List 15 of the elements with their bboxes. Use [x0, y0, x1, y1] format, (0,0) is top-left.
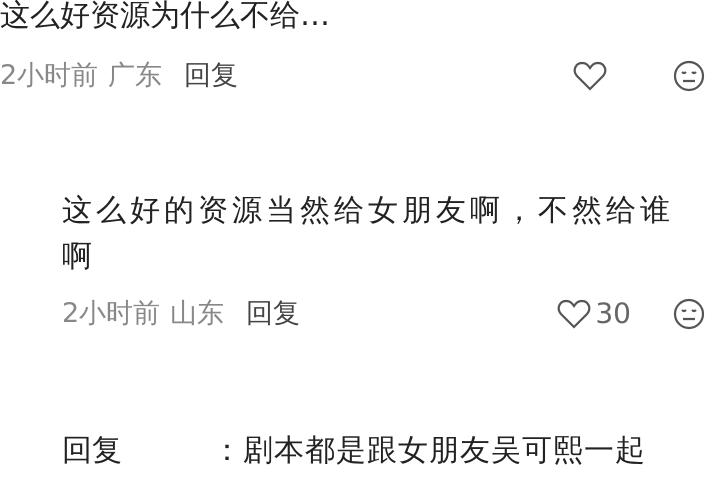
location-text: 广东	[108, 58, 162, 93]
reply-button[interactable]: 回复	[184, 56, 238, 96]
comment-text: ：剧本都是跟女朋友吴可熙一起	[212, 432, 646, 470]
like-count: 30	[595, 296, 631, 332]
neutral-face-icon[interactable]	[673, 60, 705, 92]
heart-icon[interactable]	[573, 61, 607, 91]
location-text: 山东	[170, 296, 224, 331]
timestamp: 2小时前	[62, 296, 160, 331]
reply-button[interactable]: 回复	[62, 428, 122, 473]
reply-button[interactable]: 回复	[246, 294, 300, 334]
timestamp: 2小时前	[0, 58, 98, 93]
neutral-face-icon[interactable]	[673, 298, 705, 330]
heart-icon[interactable]	[557, 299, 592, 329]
comment-text: 这么好资源为什么不给…	[0, 0, 331, 35]
comment-text: 这么好的资源当然给女朋友啊，不然给谁啊	[62, 192, 675, 276]
